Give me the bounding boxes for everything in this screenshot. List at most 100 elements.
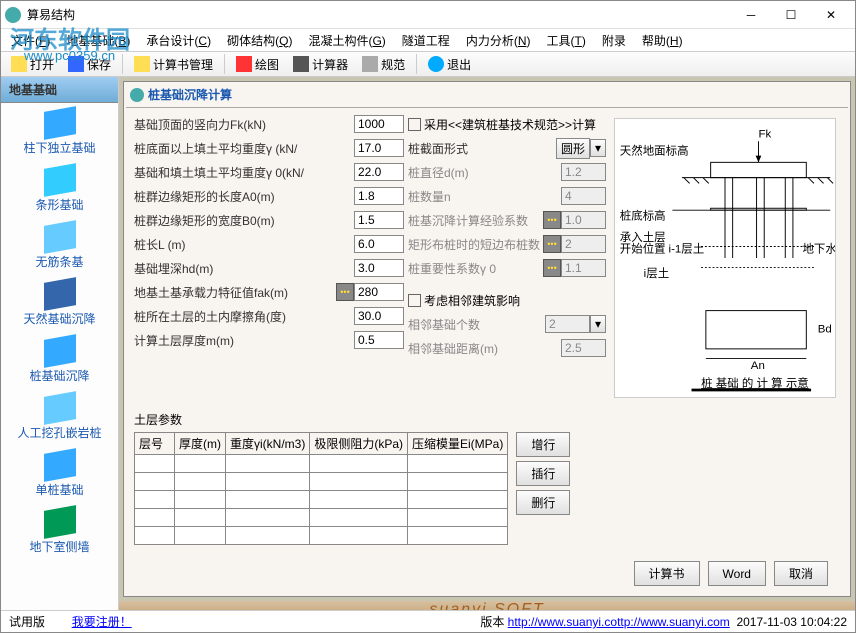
diagram: Fk 天然地面标高 桩底标高	[610, 114, 840, 405]
manage-button[interactable]: 计算书管理	[128, 54, 219, 75]
app-icon	[5, 7, 21, 23]
table-title: 土层参数	[134, 411, 840, 428]
field-input-8[interactable]	[354, 307, 404, 325]
soil-table[interactable]: 层号厚度(m)重度γi(kN/m3)极限侧阻力(kPa)压缩模量Ei(MPa)	[134, 432, 508, 545]
menu-help[interactable]: 帮助(H)	[636, 30, 689, 51]
field-label-6: 基础埋深hd(m)	[134, 260, 354, 277]
shape-select[interactable]: 圆形	[556, 138, 590, 159]
dd-button[interactable]: •••	[543, 259, 561, 277]
svg-text:i层土: i层土	[644, 267, 670, 280]
sidebar-item-7[interactable]: 地下室侧墙	[1, 502, 118, 559]
panel-title: 桩基础沉降计算	[148, 86, 232, 103]
cancel-button[interactable]: 取消	[774, 561, 828, 586]
svg-text:桩底标高: 桩底标高	[620, 209, 666, 223]
spec-button[interactable]: 规范	[356, 54, 411, 75]
table-header: 压缩模量Ei(MPa)	[408, 433, 508, 455]
menu-masonry[interactable]: 砌体结构(Q)	[221, 30, 298, 51]
add-row-button[interactable]: 增行	[516, 432, 570, 457]
close-button[interactable]: ✕	[811, 2, 851, 28]
bar-icon	[44, 220, 76, 254]
menu-appendix[interactable]: 附录	[596, 30, 632, 51]
sidebar-tab[interactable]: 地基基础	[1, 77, 118, 103]
field-label-3: 桩群边缘矩形的长度A0(m)	[134, 188, 354, 205]
svg-text:地下水位标高: 地下水位标高	[802, 241, 836, 255]
field-input-4[interactable]	[354, 211, 404, 229]
neighbor-checkbox[interactable]	[408, 294, 421, 307]
field-input-5[interactable]	[354, 235, 404, 253]
menu-tunnel[interactable]: 隧道工程	[396, 30, 456, 51]
register-link[interactable]: 我要注册！	[72, 615, 132, 629]
field-input-9[interactable]	[354, 331, 404, 349]
menu-file[interactable]: 文件(F)	[5, 30, 56, 51]
svg-text:Bd: Bd	[818, 324, 832, 336]
menu-cap[interactable]: 承台设计(C)	[140, 30, 217, 51]
insert-row-button[interactable]: 插行	[516, 461, 570, 486]
sidebar-item-3[interactable]: 天然基础沉降	[1, 274, 118, 331]
svg-text:天然地面标高: 天然地面标高	[620, 144, 689, 158]
sidebar-item-0[interactable]: 柱下独立基础	[1, 103, 118, 160]
table-header: 重度γi(kN/m3)	[226, 433, 310, 455]
dd-button[interactable]: •••	[543, 235, 561, 253]
book-icon	[362, 56, 378, 72]
doc-icon	[44, 277, 76, 311]
menu-tools[interactable]: 工具(T)	[541, 30, 592, 51]
svg-text:桩 基础 的 计 算 示意: 桩 基础 的 计 算 示意	[701, 376, 809, 390]
url1-link[interactable]: http://www.suanyi.co	[508, 615, 617, 629]
mid-input-4	[561, 235, 606, 253]
save-button[interactable]: 保存	[62, 54, 117, 75]
cube-icon	[44, 106, 76, 140]
menu-foundation[interactable]: 地基基础(B)	[60, 30, 136, 51]
delete-row-button[interactable]: 删行	[516, 490, 570, 515]
calculator-icon	[293, 56, 309, 72]
folder-open-icon	[11, 56, 27, 72]
open-button[interactable]: 打开	[5, 54, 60, 75]
field-input-1[interactable]	[354, 139, 404, 157]
field-input-2[interactable]	[354, 163, 404, 181]
disk-icon	[68, 56, 84, 72]
field-label-8: 桩所在土层的土内摩擦角(度)	[134, 308, 354, 325]
shape-dropdown[interactable]: ▾	[590, 139, 606, 157]
table-header: 极限侧阻力(kPa)	[310, 433, 408, 455]
sidebar-item-5[interactable]: 人工挖孔嵌岩桩	[1, 388, 118, 445]
field-input-7[interactable]	[354, 283, 404, 301]
field-label-4: 桩群边缘矩形的宽度B0(m)	[134, 212, 354, 229]
dd-button[interactable]: •••	[543, 211, 561, 229]
field-label-2: 基础和填土填土平均重度γ 0(kN/	[134, 164, 354, 181]
use-code-checkbox[interactable]	[408, 118, 421, 131]
calc-report-button[interactable]: 计算书	[634, 561, 700, 586]
maximize-button[interactable]: ☐	[771, 2, 811, 28]
svg-text:开始位置: 开始位置	[620, 241, 666, 255]
sidebar-item-4[interactable]: 桩基础沉降	[1, 331, 118, 388]
mid2-input-0	[545, 315, 590, 333]
tag-icon	[44, 505, 76, 539]
field-input-0[interactable]	[354, 115, 404, 133]
sidebar-item-6[interactable]: 单桩基础	[1, 445, 118, 502]
field-label-5: 桩长L (m)	[134, 236, 354, 253]
calc-button[interactable]: 计算器	[287, 54, 354, 75]
word-button[interactable]: Word	[708, 561, 766, 586]
field-label-0: 基础顶面的竖向力Fk(kN)	[134, 116, 354, 133]
field-label-7: 地基土基承载力特征值fak(m)	[134, 284, 334, 301]
svg-text:An: An	[751, 360, 765, 372]
table-header: 层号	[135, 433, 175, 455]
doc-gear-icon	[134, 56, 150, 72]
neighbor-label: 考虑相邻建筑影响	[424, 292, 520, 309]
status-time: 2017-11-03 10:04:22	[736, 615, 847, 629]
draw-button[interactable]: 绘图	[230, 54, 285, 75]
minimize-button[interactable]: ─	[731, 2, 771, 28]
sidebar-item-2[interactable]: 无筋条基	[1, 217, 118, 274]
dd-button[interactable]: •••	[336, 283, 354, 301]
field-input-6[interactable]	[354, 259, 404, 277]
svg-text:Fk: Fk	[758, 128, 771, 140]
panel-icon	[130, 88, 144, 102]
svg-text:承入土层: 承入土层	[620, 231, 666, 244]
menu-concrete[interactable]: 混凝土构件(G)	[302, 30, 391, 51]
exit-button[interactable]: 退出	[422, 54, 477, 75]
url2-link[interactable]: ttp://www.suanyi.com	[617, 615, 730, 629]
sidebar: 地基基础 柱下独立基础 条形基础 无筋条基 天然基础沉降 桩基础沉降 人工挖孔嵌…	[1, 77, 119, 610]
sidebar-item-1[interactable]: 条形基础	[1, 160, 118, 217]
pencil-icon	[236, 56, 252, 72]
menu-force[interactable]: 内力分析(N)	[460, 30, 537, 51]
banner: suanyi.SOFT	[119, 601, 855, 610]
field-input-3[interactable]	[354, 187, 404, 205]
